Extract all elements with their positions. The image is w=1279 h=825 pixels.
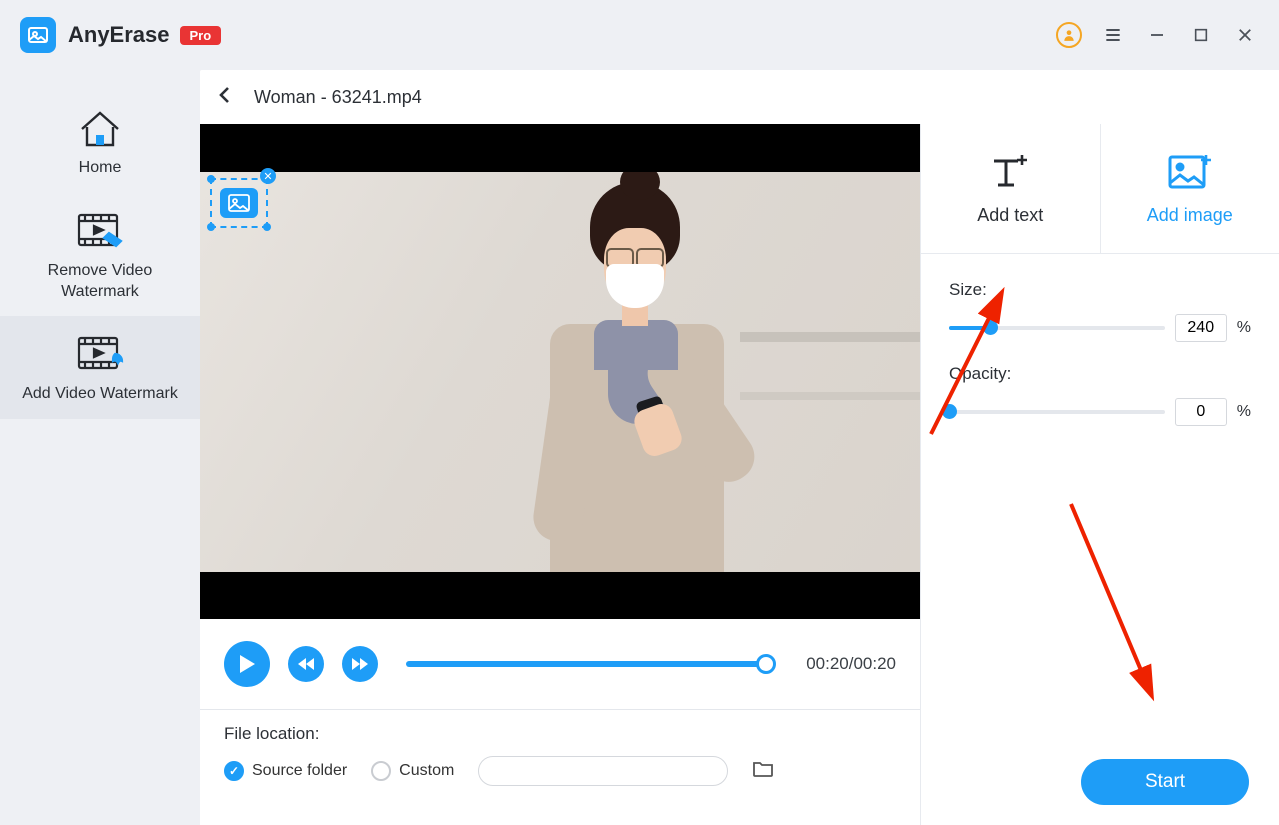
video-panel: ✕ 00:20/00:20: [200, 124, 920, 825]
breadcrumb: Woman - 63241.mp4: [200, 70, 1279, 124]
sidebar-label-add: Add Video Watermark: [22, 384, 178, 405]
sidebar-item-remove-watermark[interactable]: Remove Video Watermark: [0, 193, 200, 317]
add-text-icon: [988, 151, 1032, 191]
watermark-remove-icon[interactable]: ✕: [260, 168, 276, 184]
app-logo-icon: [20, 17, 56, 53]
sidebar-item-add-watermark[interactable]: Add Video Watermark: [0, 316, 200, 419]
player-controls: 00:20/00:20: [200, 619, 920, 709]
size-percent: %: [1237, 319, 1251, 337]
file-location-heading: File location:: [224, 724, 896, 744]
maximize-button[interactable]: [1187, 21, 1215, 49]
play-button[interactable]: [224, 641, 270, 687]
user-account-button[interactable]: [1055, 21, 1083, 49]
sidebar-label-remove: Remove Video Watermark: [10, 261, 190, 303]
close-button[interactable]: [1231, 21, 1259, 49]
size-value-input[interactable]: 240: [1175, 314, 1227, 342]
file-location-section: File location: Source folder Custom: [200, 709, 920, 786]
main-panel: Woman - 63241.mp4: [200, 70, 1279, 825]
opacity-value-input[interactable]: 0: [1175, 398, 1227, 426]
source-folder-radio[interactable]: Source folder: [224, 761, 347, 781]
source-folder-label: Source folder: [252, 762, 347, 780]
video-preview[interactable]: ✕: [200, 124, 920, 619]
add-watermark-icon: [75, 334, 125, 376]
add-image-icon: [1166, 151, 1214, 191]
minimize-button[interactable]: [1143, 21, 1171, 49]
properties-panel: Add text Add image Size:: [920, 124, 1279, 825]
file-title: Woman - 63241.mp4: [254, 87, 422, 108]
tab-add-image-label: Add image: [1147, 205, 1233, 226]
opacity-property: Opacity: 0 %: [949, 364, 1251, 426]
sidebar: Home Remove Video Watermark Add Video Wa…: [0, 70, 200, 825]
pro-badge: Pro: [180, 26, 222, 45]
annotation-arrow-start: [1041, 494, 1181, 719]
size-slider-thumb[interactable]: [983, 320, 998, 335]
titlebar: AnyErase Pro: [0, 0, 1279, 70]
size-property: Size: 240 %: [949, 280, 1251, 342]
app-name: AnyErase: [68, 22, 170, 48]
user-icon: [1056, 22, 1082, 48]
watermark-type-tabs: Add text Add image: [921, 124, 1279, 254]
sidebar-item-home[interactable]: Home: [0, 90, 200, 193]
tab-add-text-label: Add text: [977, 205, 1043, 226]
forward-button[interactable]: [342, 646, 378, 682]
remove-watermark-icon: [75, 211, 125, 253]
watermark-selection-box[interactable]: ✕: [210, 178, 268, 228]
radio-checked-icon: [224, 761, 244, 781]
radio-unchecked-icon: [371, 761, 391, 781]
start-button[interactable]: Start: [1081, 759, 1249, 805]
home-icon: [78, 108, 122, 150]
opacity-percent: %: [1237, 403, 1251, 421]
size-slider[interactable]: [949, 326, 1165, 330]
start-button-label: Start: [1145, 771, 1185, 793]
menu-button[interactable]: [1099, 21, 1127, 49]
size-label: Size:: [949, 280, 1251, 300]
tab-add-text[interactable]: Add text: [921, 124, 1101, 253]
time-display: 00:20/00:20: [806, 654, 896, 674]
seek-slider[interactable]: [406, 661, 766, 667]
custom-path-input[interactable]: [478, 756, 728, 786]
rewind-button[interactable]: [288, 646, 324, 682]
watermark-thumbnail-icon: [220, 188, 258, 218]
back-button[interactable]: [218, 86, 232, 109]
custom-folder-radio[interactable]: Custom: [371, 761, 454, 781]
tab-add-image[interactable]: Add image: [1101, 124, 1279, 253]
opacity-slider[interactable]: [949, 410, 1165, 414]
sidebar-label-home: Home: [79, 158, 122, 179]
seek-thumb[interactable]: [756, 654, 776, 674]
browse-folder-button[interactable]: [752, 760, 774, 783]
custom-folder-label: Custom: [399, 762, 454, 780]
opacity-label: Opacity:: [949, 364, 1251, 384]
opacity-slider-thumb[interactable]: [942, 404, 957, 419]
